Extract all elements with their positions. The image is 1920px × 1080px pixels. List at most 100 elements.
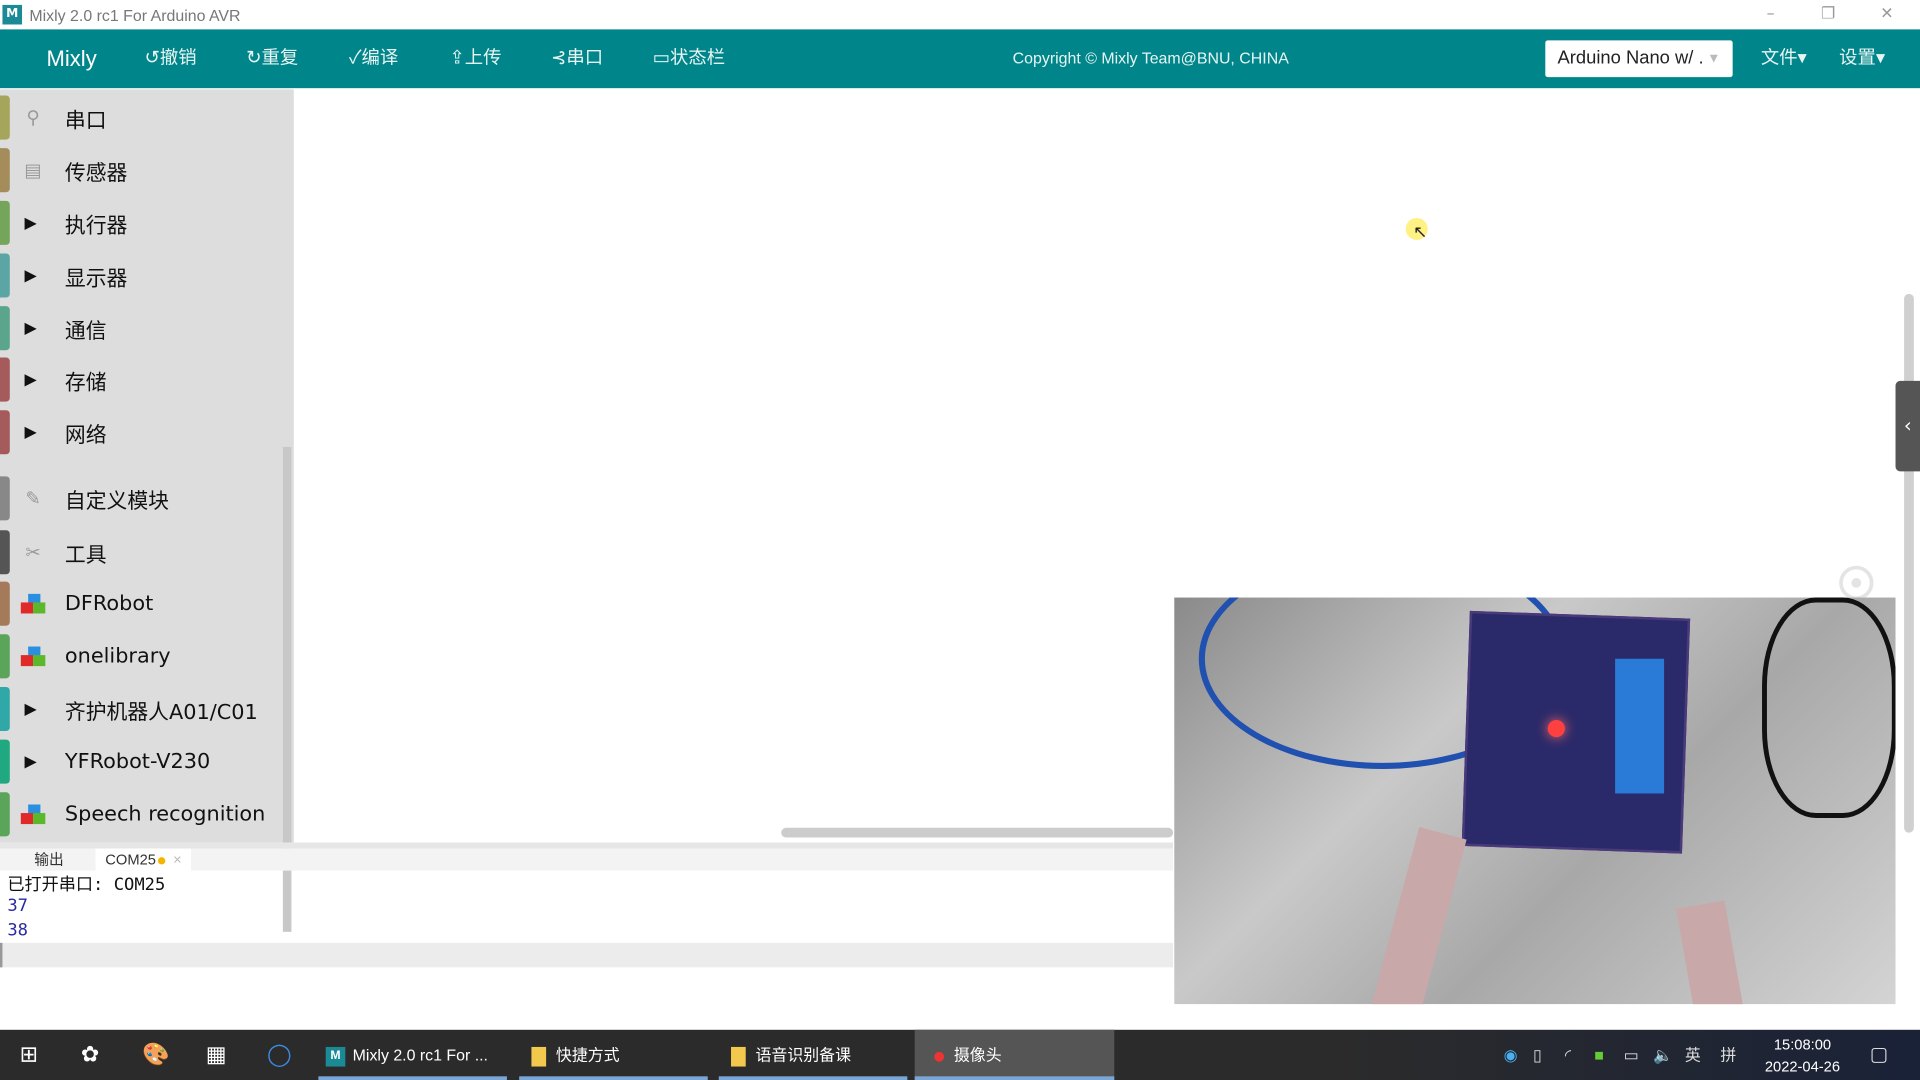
battery-icon[interactable]: ▭ [1624, 1030, 1639, 1080]
category-color-strip [0, 253, 10, 298]
window-title: Mixly 2.0 rc1 For Arduino AVR [29, 5, 241, 24]
restore-button[interactable]: ❐ [1810, 2, 1847, 26]
sidebar-item-label: 齐护机器人A01/C01 [64, 699, 258, 725]
usb-icon: ⊰ [551, 47, 567, 69]
clock[interactable]: 15:08:00 2022-04-26 [1758, 1033, 1846, 1077]
category-color-strip [0, 739, 10, 784]
ime-language[interactable]: 英 [1685, 1030, 1701, 1080]
app-icon[interactable]: ✿ [81, 1030, 99, 1080]
expand-arrow-icon: ▶ [24, 370, 37, 389]
chevron-down-icon: ▼ [1707, 51, 1721, 67]
mixly-logo-icon: M [2, 4, 23, 25]
brand[interactable]: Mixly [47, 29, 97, 88]
paint-icon[interactable]: 🎨 [142, 1030, 169, 1080]
sidebar-item[interactable]: ▶ 齐护机器人A01/C01 [0, 684, 282, 733]
volume-icon[interactable]: 🔈 [1653, 1030, 1673, 1080]
sidebar-item[interactable]: ✂ 工具 [0, 528, 282, 577]
output-line: 37 [7, 896, 28, 916]
mouse-cursor-icon: ↖ [1405, 217, 1428, 242]
settings-menu[interactable]: 设置▾ [1839, 29, 1885, 88]
notification-icon[interactable]: ▢ [1870, 1030, 1889, 1080]
output-line: 38 [7, 920, 28, 941]
toolbar-button-label: 编译 [361, 47, 399, 69]
toolbar-button-2[interactable]: ✓编译 [349, 29, 398, 88]
recenter-icon[interactable] [1839, 565, 1874, 601]
task-label: 快捷方式 [555, 1045, 620, 1065]
sidebar-item[interactable]: ✎ 自定义模块 [0, 474, 282, 523]
sidebar-item-label: 串口 [64, 108, 107, 133]
sidebar-item-label: 传感器 [64, 161, 128, 186]
category-icon: ✂ [25, 541, 41, 564]
calculator-icon[interactable]: ▦ [206, 1030, 227, 1080]
expand-arrow-icon: ▶ [24, 423, 37, 442]
taskbar-item-speech-folder[interactable]: 语音识别备课 [718, 1030, 908, 1080]
toolbar-button-3[interactable]: ⇪上传 [449, 29, 501, 88]
toolbar-button-label: 串口 [566, 47, 604, 69]
sidebar-item[interactable]: ▶ 存储 [0, 355, 282, 404]
sidebar-item[interactable]: ▶ 显示器 [0, 251, 282, 300]
close-tab-icon[interactable]: × [173, 851, 182, 868]
wifi-icon[interactable]: ◜ [1565, 1030, 1571, 1080]
sidebar-item[interactable]: ▤ 传感器 [0, 146, 282, 195]
block-category-sidebar: ⚲ 串口 ▤ 传感器 ▶ 执行器 ▶ 显示器 ▶ 通信 ▶ 存储 ▶ 网络 ✎ 自定义模块 ✂ 工具 DFRobot… [0, 89, 294, 932]
sidebar-item[interactable]: ▶ 通信 [0, 304, 282, 353]
category-color-strip [0, 95, 10, 140]
sidebar-item-label: YFRobot-V230 [64, 749, 211, 774]
board-select[interactable]: Arduino Nano w/ . ▼ [1545, 40, 1733, 78]
toolbar-button-4[interactable]: ⊰串口 [551, 29, 603, 88]
taskbar-item-mixly[interactable]: M Mixly 2.0 rc1 For ... [318, 1030, 507, 1080]
ime-mode[interactable]: 拼 [1720, 1030, 1736, 1080]
task-label: 语音识别备课 [755, 1045, 852, 1065]
tool [1371, 826, 1467, 1005]
title-bar: M Mixly 2.0 rc1 For Arduino AVR – ❐ ✕ [0, 0, 1920, 30]
sidebar-item[interactable]: ▶ 执行器 [0, 198, 282, 247]
serial-input[interactable] [0, 942, 1174, 968]
sidebar-item-label: 网络 [64, 423, 107, 448]
category-color-strip [0, 530, 10, 575]
date: 2022-04-26 [1764, 1057, 1841, 1076]
camera-preview [1174, 597, 1896, 1005]
cable [1762, 597, 1896, 818]
tray-app-icon[interactable]: ◉ [1504, 1030, 1518, 1080]
taskbar-item-camera[interactable]: 摄像头 [914, 1029, 1115, 1080]
sidebar-item[interactable]: ▶ YFRobot-V230 [0, 737, 282, 786]
expand-arrow-icon: ▶ [24, 213, 37, 233]
sidebar-item-label: DFRobot [64, 591, 154, 616]
category-color-strip [0, 581, 10, 626]
tab-com25[interactable]: COM25 × [95, 848, 192, 871]
category-color-strip [0, 148, 10, 193]
board-select-value: Arduino Nano w/ . [1557, 47, 1704, 69]
tab-output[interactable]: 输出 [34, 849, 63, 871]
toolbar-button-5[interactable]: ▭状态栏 [653, 29, 725, 88]
led [1547, 720, 1565, 738]
workspace-vertical-scrollbar[interactable] [1904, 293, 1914, 833]
expand-arrow-icon: ▶ [24, 318, 37, 338]
undo-icon: ↺ [144, 47, 160, 69]
task-label: Mixly 2.0 rc1 For ... [352, 1045, 488, 1065]
sidebar-item[interactable]: ⚲ 串口 [0, 93, 282, 142]
workspace-horizontal-scrollbar[interactable] [781, 827, 1174, 838]
collapse-panel-button[interactable]: ‹ [1895, 380, 1920, 472]
toolbar-button-0[interactable]: ↺撤销 [144, 29, 196, 88]
close-button[interactable]: ✕ [1869, 2, 1906, 26]
browser-icon[interactable]: ◯ [267, 1030, 292, 1080]
sidebar-item-label: 自定义模块 [64, 489, 169, 514]
sidebar-item[interactable]: Speech recognition [0, 790, 282, 839]
sidebar-item[interactable]: onelibrary [0, 632, 282, 681]
taskbar-item-shortcut[interactable]: 快捷方式 [519, 1030, 708, 1080]
sidebar-item[interactable]: DFRobot [0, 579, 282, 628]
tablet-icon[interactable]: ▯ [1533, 1030, 1542, 1080]
sidebar-item-label: Speech recognition [64, 802, 266, 827]
tool [1676, 900, 1750, 1005]
check-icon: ✓ [348, 47, 362, 69]
nvidia-icon[interactable]: ■ [1594, 1030, 1604, 1080]
windows-start-icon[interactable]: ⊞ [20, 1030, 38, 1080]
sidebar-item[interactable]: ▶ 网络 [0, 408, 282, 457]
file-menu[interactable]: 文件▾ [1761, 29, 1807, 88]
output-tabs: 输出 COM25 × [0, 848, 1174, 871]
redo-icon: ↻ [246, 47, 262, 69]
chevron-left-icon: ‹ [1903, 413, 1912, 438]
minimize-button[interactable]: – [1752, 2, 1789, 26]
output-line: 已打开串口: COM25 [7, 875, 166, 896]
toolbar-button-1[interactable]: ↻重复 [246, 29, 298, 88]
